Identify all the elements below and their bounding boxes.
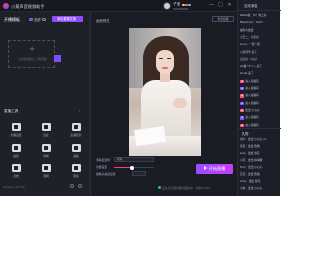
chat-message: 点点好（小心） xyxy=(240,56,259,61)
badge-icon xyxy=(187,3,191,7)
tools-more-icon[interactable]: › xyxy=(79,108,81,113)
start-live-tab[interactable]: 开播模板 xyxy=(4,17,20,23)
chat-message: ★ 进入直播间 xyxy=(240,122,259,127)
add-source-hint: 点击添加素材，开始直播 xyxy=(18,58,47,61)
tool-beauty[interactable]: 美颜 xyxy=(63,144,89,162)
center-panel: 画面预览 重置画面 清晰度选择 超清 音量设置 摄像头美颜设置 开始直播 正在与… xyxy=(92,12,237,196)
chat-message: 小王二：大家好 xyxy=(240,34,259,39)
chat-message: Linda 来了 xyxy=(240,71,254,76)
tool-stickers[interactable]: 贴纸 xyxy=(3,144,29,162)
portrait-label[interactable]: 竖屏 xyxy=(34,17,41,22)
tool-more[interactable]: 更多 xyxy=(63,164,89,182)
settings-icon xyxy=(11,123,21,131)
tool-effects[interactable]: 特效 xyxy=(33,144,59,162)
status-indicator xyxy=(158,186,161,189)
chat-message: ★ 进入直播间 xyxy=(240,115,259,120)
tool-link-mic[interactable]: 连麦 xyxy=(33,123,59,141)
chat-message: 福利大放送 xyxy=(240,27,254,32)
mic-settings-button[interactable] xyxy=(132,171,146,176)
gift-message: Lisa：送出 鲜花 xyxy=(240,151,260,155)
add-live-text-button[interactable]: 添加直播文案 xyxy=(52,16,83,22)
beauty-icon xyxy=(71,144,81,152)
tools-header: 直播工具 xyxy=(4,109,19,113)
landscape-radio[interactable] xyxy=(42,17,46,21)
app-window: 小莫声音视频助手 子宝 00000000 — □ ✕ 开播模板 竖屏 添加直播文… xyxy=(0,0,281,196)
user-level-badge: ★ xyxy=(240,101,245,105)
selection-marker xyxy=(54,55,61,62)
gift-message: Amy：送出 鲜花 xyxy=(240,179,261,183)
tool-live-settings[interactable]: 直播设置 xyxy=(3,123,29,141)
chat-message: Miles7ry2：Yes!!! xyxy=(240,20,264,25)
volume-slider-handle[interactable] xyxy=(130,165,134,170)
chat-panel: 互动消息 Nadia说：Hi！晚上好 Miles7ry2：Yes!!! 福利大放送小… xyxy=(237,0,281,196)
feedback-icon[interactable] xyxy=(78,184,82,188)
add-source-area[interactable]: + 点击添加素材，开始直播 xyxy=(8,40,55,68)
minimize-button[interactable]: — xyxy=(208,2,215,9)
chat-message: AC酱^0^/~ 来了 xyxy=(240,64,262,69)
gift-message: Tom：送出 小心心 xyxy=(240,165,263,169)
avatar[interactable] xyxy=(163,2,171,10)
chat-message: ★ 送出 小心心 xyxy=(240,107,260,113)
gift-message: 用户：送出 小心心 x1 xyxy=(240,137,267,141)
app-logo xyxy=(3,3,9,9)
effects-icon xyxy=(41,144,51,152)
gift-message: 豆豆：送出 玫瑰 xyxy=(240,172,260,176)
app-title: 小莫声音视频助手 xyxy=(11,3,45,9)
chat-message: ★ 进入直播间 xyxy=(240,78,259,84)
chat-message: ★ 进入直播间 xyxy=(240,100,259,105)
tool-danmaku[interactable]: 弹幕 xyxy=(33,164,59,182)
user-badges xyxy=(182,2,191,7)
chat-message: ★ 进入直播间 xyxy=(240,93,259,98)
portrait-radio[interactable] xyxy=(29,17,33,21)
chat-message: Nadia说：Hi！晚上好 xyxy=(240,13,267,17)
plus-icon: + xyxy=(29,45,35,53)
mic-settings-label: 摄像头美颜设置 xyxy=(96,172,116,176)
tool-tasks[interactable]: 主播任务 xyxy=(63,123,89,141)
volume-slider[interactable] xyxy=(114,165,154,170)
volume-label: 音量设置 xyxy=(96,165,108,169)
user-level-badge: ★ xyxy=(240,108,245,113)
sound-icon xyxy=(11,164,21,172)
user-level-badge: ★ xyxy=(240,123,245,127)
quality-select[interactable]: 超清 xyxy=(114,157,154,162)
tool-sound[interactable]: 音效 xyxy=(3,164,29,182)
live-preview-video[interactable] xyxy=(129,28,201,156)
chat-message: Luna：一起一起 xyxy=(240,42,260,47)
help-icon[interactable] xyxy=(70,184,74,188)
reset-view-button[interactable]: 重置画面 xyxy=(212,16,234,22)
gift-title: 礼物 xyxy=(242,132,249,136)
user-id: 00000000 xyxy=(173,6,189,11)
danmaku-icon xyxy=(41,164,51,172)
left-panel: 开播模板 竖屏 添加直播文案 + 点击添加素材，开始直播 直播工具 › 直播设置… xyxy=(0,12,91,196)
user-level-badge: ★ xyxy=(240,87,245,91)
sticker-icon xyxy=(11,144,21,152)
gift-message: 小可：送出 棒棒糖 xyxy=(240,158,263,162)
chat-message: 小张同学 来了 xyxy=(240,49,257,54)
start-live-button[interactable]: 开始直播 xyxy=(196,164,233,174)
task-icon xyxy=(71,123,81,131)
link-mic-icon xyxy=(41,123,51,131)
chat-message: ★ 进入直播间 xyxy=(240,86,259,91)
quality-label: 清晰度选择 xyxy=(96,158,110,162)
user-level-badge: ★ xyxy=(240,94,245,98)
gift-message: 小鱼：送出 小心心 xyxy=(240,186,263,190)
play-icon xyxy=(203,166,207,170)
status-text: 正在与云端直播间连接中 · 分组4.5.02 xyxy=(162,185,210,190)
preview-label: 画面预览 xyxy=(96,19,110,23)
close-button[interactable]: ✕ xyxy=(226,2,233,9)
more-icon xyxy=(71,164,81,172)
gift-message: 某某：送出 玫瑰 xyxy=(240,144,260,148)
user-level-badge: ★ xyxy=(240,116,245,120)
maximize-button[interactable]: □ xyxy=(217,2,224,9)
chat-title: 互动消息 xyxy=(244,4,258,8)
user-level-badge: ★ xyxy=(240,79,245,84)
version-label: Version 4.5.30 xyxy=(3,185,25,189)
status-bar: 正在与云端直播间连接中 · 分组4.5.02 xyxy=(92,184,237,196)
